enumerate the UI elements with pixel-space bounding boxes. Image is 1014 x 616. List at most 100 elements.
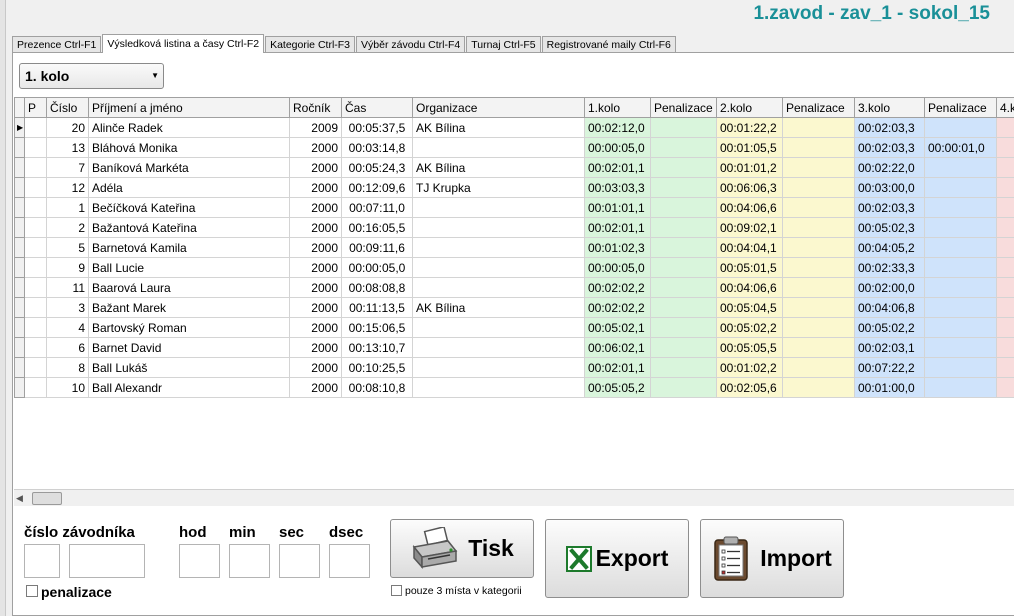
cell-kolo4[interactable] (996, 257, 1014, 278)
cell-rocnik[interactable]: 2000 (289, 377, 342, 398)
col-header-organizace[interactable]: Organizace (412, 97, 585, 118)
cell-jmeno[interactable]: Adéla (88, 177, 290, 198)
cell-penalizace2[interactable] (782, 177, 855, 198)
cell-organizace[interactable] (412, 237, 585, 258)
scrollbar-thumb[interactable] (32, 492, 62, 505)
cell-kolo1[interactable]: 00:02:01,1 (584, 157, 651, 178)
cell-kolo4[interactable] (996, 297, 1014, 318)
row-selector[interactable]: ▶ (14, 117, 25, 138)
cell-penalizace1[interactable] (650, 277, 717, 298)
cell-penalizace1[interactable] (650, 377, 717, 398)
cell-penalizace2[interactable] (782, 317, 855, 338)
table-row[interactable]: 13 Bláhová Monika 2000 00:03:14,8 00:00:05,0… (14, 137, 1014, 158)
table-row[interactable]: 3 Bažant Marek 2000 00:11:13,5 AK Bílina 00:0… (14, 297, 1014, 318)
tab-turnaj[interactable]: Turnaj Ctrl-F5 (466, 36, 541, 53)
cell-cas[interactable]: 00:08:10,8 (341, 377, 413, 398)
row-selector[interactable] (14, 237, 25, 258)
cell-cislo[interactable]: 2 (46, 217, 89, 238)
results-grid[interactable]: P Číslo Příjmení a jméno Ročník Čas Orga… (14, 97, 1014, 489)
cell-p[interactable] (24, 237, 47, 258)
cell-kolo2[interactable]: 00:06:06,3 (716, 177, 783, 198)
cell-kolo1[interactable]: 00:02:01,1 (584, 357, 651, 378)
cell-jmeno[interactable]: Ball Lucie (88, 257, 290, 278)
cell-cislo[interactable]: 5 (46, 237, 89, 258)
cell-kolo3[interactable]: 00:04:05,2 (854, 237, 925, 258)
cell-kolo1[interactable]: 00:02:02,2 (584, 277, 651, 298)
cell-rocnik[interactable]: 2000 (289, 217, 342, 238)
cell-kolo1[interactable]: 00:01:01,1 (584, 197, 651, 218)
cell-jmeno[interactable]: Bažant Marek (88, 297, 290, 318)
cell-kolo1[interactable]: 00:00:05,0 (584, 137, 651, 158)
cell-kolo4[interactable] (996, 357, 1014, 378)
col-header-kolo4[interactable]: 4.kolo (996, 97, 1014, 118)
cell-p[interactable] (24, 377, 47, 398)
row-selector[interactable] (14, 197, 25, 218)
cell-penalizace1[interactable] (650, 177, 717, 198)
cell-cislo[interactable]: 13 (46, 137, 89, 158)
cell-rocnik[interactable]: 2000 (289, 157, 342, 178)
cell-penalizace3[interactable] (924, 197, 997, 218)
table-row[interactable]: 8 Ball Lukáš 2000 00:10:25,5 00:02:01,1 00:01… (14, 357, 1014, 378)
cell-cislo[interactable]: 9 (46, 257, 89, 278)
cell-kolo4[interactable] (996, 317, 1014, 338)
cell-penalizace3[interactable] (924, 277, 997, 298)
cell-kolo2[interactable]: 00:05:04,5 (716, 297, 783, 318)
cell-organizace[interactable]: TJ Krupka (412, 177, 585, 198)
cell-cislo[interactable]: 10 (46, 377, 89, 398)
cell-cislo[interactable]: 6 (46, 337, 89, 358)
cell-rocnik[interactable]: 2000 (289, 177, 342, 198)
tab-registrovane-maily[interactable]: Registrované maily Ctrl-F6 (541, 36, 676, 53)
cell-p[interactable] (24, 357, 47, 378)
cell-jmeno[interactable]: Bažantová Kateřina (88, 217, 290, 238)
cell-kolo1[interactable]: 00:00:05,0 (584, 257, 651, 278)
row-selector[interactable] (14, 297, 25, 318)
cell-cislo[interactable]: 20 (46, 117, 89, 138)
cell-rocnik[interactable]: 2000 (289, 257, 342, 278)
cell-jmeno[interactable]: Bláhová Monika (88, 137, 290, 158)
cell-organizace[interactable] (412, 137, 585, 158)
cell-kolo2[interactable]: 00:05:01,5 (716, 257, 783, 278)
table-row[interactable]: 12 Adéla 2000 00:12:09,6 TJ Krupka 00:03:03,3… (14, 177, 1014, 198)
table-row[interactable]: 1 Bečíčková Kateřina 2000 00:07:11,0 00:01:0… (14, 197, 1014, 218)
cell-cislo[interactable]: 1 (46, 197, 89, 218)
cell-kolo2[interactable]: 00:05:02,2 (716, 317, 783, 338)
col-header-kolo3[interactable]: 3.kolo (854, 97, 925, 118)
col-header-penalizace1[interactable]: Penalizace (650, 97, 717, 118)
cell-penalizace1[interactable] (650, 357, 717, 378)
table-row[interactable]: ▶ 20 Alinče Radek 2009 00:05:37,5 AK Bílina 00… (14, 117, 1014, 138)
col-header-kolo2[interactable]: 2.kolo (716, 97, 783, 118)
cell-kolo3[interactable]: 00:07:22,2 (854, 357, 925, 378)
cell-cislo[interactable]: 4 (46, 317, 89, 338)
cell-kolo4[interactable] (996, 137, 1014, 158)
cell-penalizace3[interactable] (924, 317, 997, 338)
cell-kolo2[interactable]: 00:01:05,5 (716, 137, 783, 158)
cell-p[interactable] (24, 177, 47, 198)
tab-vyber-zavodu[interactable]: Výběr závodu Ctrl-F4 (356, 36, 466, 53)
cell-kolo3[interactable]: 00:02:33,3 (854, 257, 925, 278)
table-row[interactable]: 6 Barnet David 2000 00:13:10,7 00:06:02,1 00:… (14, 337, 1014, 358)
cell-cas[interactable]: 00:05:37,5 (341, 117, 413, 138)
cell-kolo3[interactable]: 00:02:03,3 (854, 137, 925, 158)
cell-penalizace1[interactable] (650, 137, 717, 158)
cell-cislo[interactable]: 3 (46, 297, 89, 318)
cell-penalizace2[interactable] (782, 157, 855, 178)
cell-kolo3[interactable]: 00:05:02,3 (854, 217, 925, 238)
pouze-3-mista-checkbox[interactable] (391, 585, 402, 596)
cell-p[interactable] (24, 297, 47, 318)
cell-jmeno[interactable]: Barnet David (88, 337, 290, 358)
cislo-input[interactable] (69, 544, 145, 578)
cell-jmeno[interactable]: Ball Alexandr (88, 377, 290, 398)
cell-kolo4[interactable] (996, 217, 1014, 238)
cell-kolo1[interactable]: 00:02:02,2 (584, 297, 651, 318)
round-select[interactable]: 1. kolo ▼ (19, 63, 164, 89)
cell-penalizace3[interactable] (924, 377, 997, 398)
cell-p[interactable] (24, 157, 47, 178)
import-button[interactable]: Import (700, 519, 844, 598)
cell-rocnik[interactable]: 2000 (289, 357, 342, 378)
cell-p[interactable] (24, 317, 47, 338)
cell-organizace[interactable] (412, 277, 585, 298)
cell-cas[interactable]: 00:03:14,8 (341, 137, 413, 158)
row-selector[interactable] (14, 257, 25, 278)
row-selector[interactable] (14, 217, 25, 238)
cell-jmeno[interactable]: Baarová Laura (88, 277, 290, 298)
